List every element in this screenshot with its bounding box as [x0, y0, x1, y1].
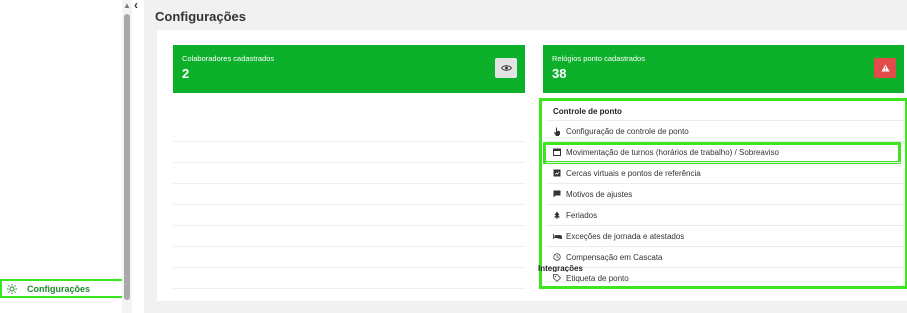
scrollbar-thumb[interactable]	[124, 14, 130, 300]
hand-pointer-icon	[552, 126, 562, 136]
list-item	[173, 121, 525, 142]
menu-item-configuracao-controle-ponto[interactable]: Configuração de controle de ponto	[546, 120, 904, 141]
left-empty-list	[173, 121, 525, 289]
menu-item-feriados[interactable]: Feriados	[546, 204, 904, 225]
sidebar: Configurações	[0, 0, 124, 313]
card-colaboradores: Colaboradores cadastrados 2	[173, 45, 525, 93]
menu-item-label: Feriados	[566, 210, 598, 220]
main-content: Configurações Colaboradores cadastrados …	[144, 0, 907, 313]
list-item	[173, 163, 525, 184]
scroll-up-arrow-icon[interactable]: ▲	[123, 2, 131, 10]
eye-icon	[500, 59, 512, 77]
alert-button[interactable]	[874, 58, 896, 78]
list-item	[173, 184, 525, 205]
menu-item-compensacao-cascata[interactable]: Compensação em Cascata	[546, 246, 904, 267]
menu-item-label: Cercas virtuais e pontos de referência	[566, 168, 701, 178]
controle-de-ponto-menu: Controle de ponto Configuração de contro…	[539, 98, 907, 289]
card-label: Colaboradores cadastrados	[182, 54, 275, 63]
tag-icon	[552, 273, 562, 283]
page-title: Configurações	[155, 9, 247, 24]
menu-item-label: Etiqueta de ponto	[566, 273, 629, 283]
gear-icon	[6, 283, 18, 295]
menu-item-motivos-ajustes[interactable]: Motivos de ajustes	[546, 183, 904, 204]
menu-item-label: Motivos de ajustes	[566, 189, 633, 199]
card-relogios: Relógios ponto cadastrados 38	[543, 45, 904, 93]
view-button[interactable]	[495, 58, 517, 78]
bed-icon	[552, 231, 562, 241]
section-title-integracoes: Integrações	[538, 264, 583, 272]
section-title: Controle de ponto	[553, 107, 622, 116]
list-item	[173, 205, 525, 226]
menu-item-etiqueta-ponto[interactable]: Etiqueta de ponto	[546, 267, 904, 288]
menu-item-movimentacao-turnos[interactable]: Movimentação de turnos (horários de trab…	[543, 141, 904, 164]
map-icon	[552, 168, 562, 178]
sidebar-item-label: Configurações	[27, 283, 91, 294]
comment-icon	[552, 189, 562, 199]
card-value: 38	[552, 66, 567, 81]
tree-icon	[552, 210, 562, 220]
clock-icon	[552, 252, 562, 262]
warning-icon	[881, 59, 890, 77]
card-label: Relógios ponto cadastrados	[552, 54, 645, 63]
menu-item-label: Configuração de controle de ponto	[566, 126, 689, 136]
menu-list: Configuração de controle de ponto Movime…	[543, 120, 904, 288]
list-item	[173, 247, 525, 268]
content-panel: Colaboradores cadastrados 2 Relógios pon…	[157, 30, 907, 301]
card-value: 2	[182, 66, 190, 81]
sidebar-item-configuracoes[interactable]: Configurações	[0, 279, 124, 298]
menu-item-cercas-virtuais[interactable]: Cercas virtuais e pontos de referência	[546, 162, 904, 183]
list-item	[173, 268, 525, 289]
chevron-left-icon[interactable]: ‹	[134, 0, 144, 12]
menu-item-label: Movimentação de turnos (horários de trab…	[566, 147, 779, 157]
list-item	[173, 142, 525, 163]
menu-item-label: Compensação em Cascata	[566, 252, 663, 262]
list-item	[173, 226, 525, 247]
calendar-icon	[552, 147, 562, 157]
menu-item-label: Exceções de jornada e atestados	[566, 231, 685, 241]
menu-item-excecoes-jornada[interactable]: Exceções de jornada e atestados	[546, 225, 904, 246]
